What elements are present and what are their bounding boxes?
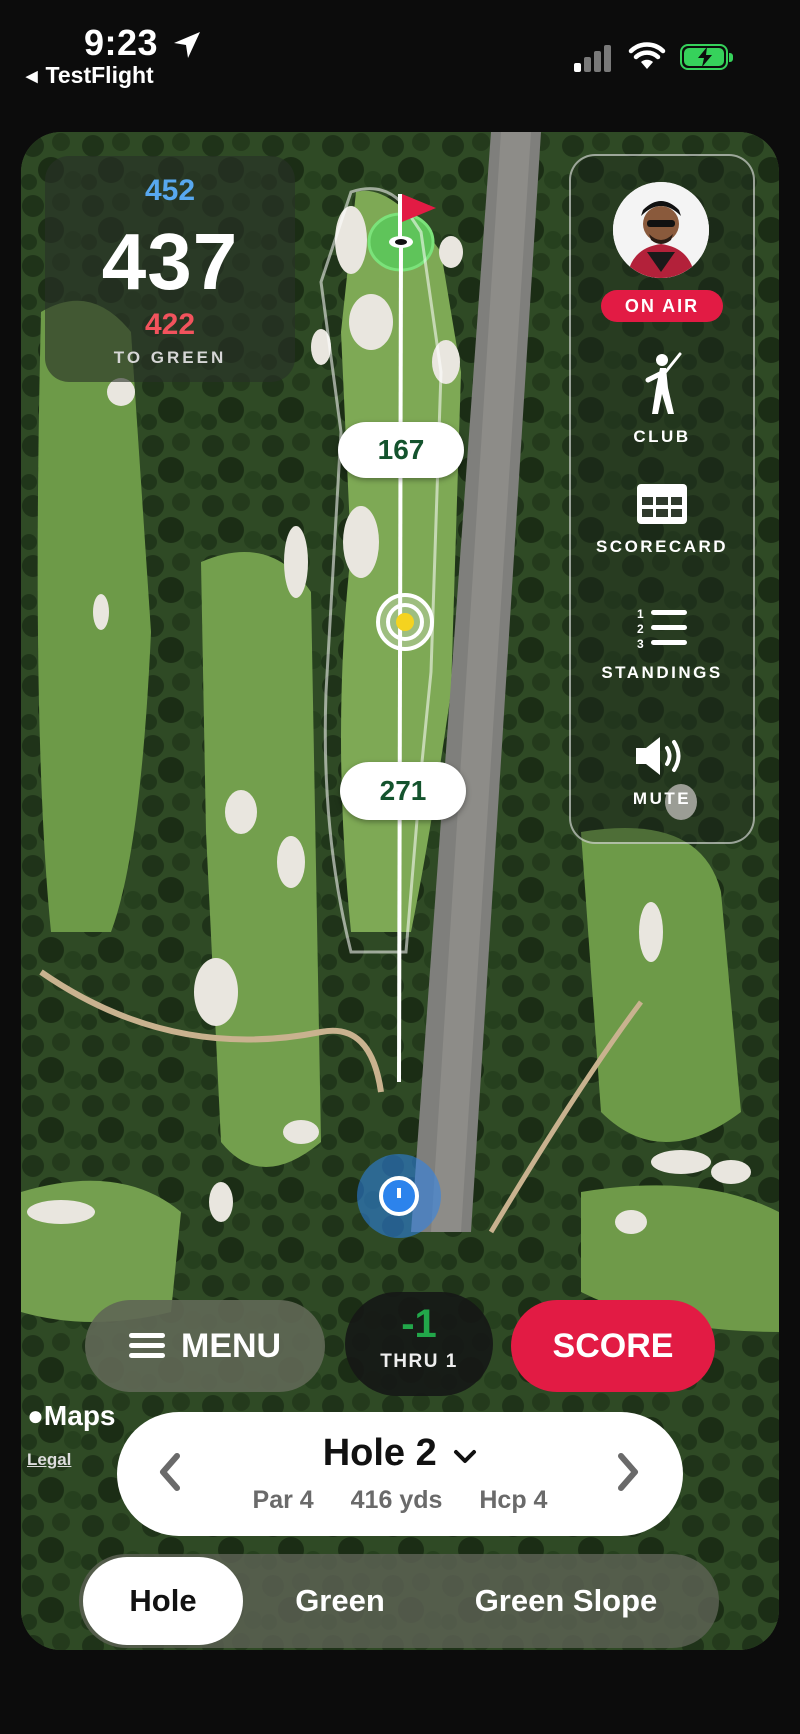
scorecard-icon [637,484,687,524]
svg-text:3: 3 [637,637,644,651]
cellular-signal-icon [574,44,614,72]
broadcaster-avatar[interactable] [613,182,709,278]
menu-label: MENU [181,1327,282,1365]
distance-label: TO GREEN [113,348,227,367]
tab-hole[interactable]: Hole [83,1557,243,1645]
scorecard-label: SCORECARD [595,537,729,556]
standings-icon: 1 2 3 [637,607,687,651]
apple-maps-logo: ●Maps [27,1400,116,1432]
score-button[interactable]: SCORE [511,1300,715,1392]
thru-label: THRU 1 [380,1351,458,1372]
distance-center: 437 [101,217,239,306]
back-triangle-icon: ◀ [26,68,38,85]
legal-link[interactable]: Legal [27,1450,71,1470]
hole-selector-card: Hole 2 Par 4 416 yds Hcp 4 [117,1412,683,1536]
chevron-down-icon [454,1450,477,1463]
mute-label: MUTE [632,789,692,808]
menu-button[interactable]: MENU [85,1300,325,1392]
layup-yardage-pill[interactable]: 167 [338,422,464,478]
maps-label: Maps [43,1400,116,1431]
hole-details: Par 4 416 yds Hcp 4 [117,1486,683,1515]
speaker-icon [636,737,681,775]
mute-button[interactable]: MUTE [571,734,753,809]
battery-charging-icon [680,44,733,70]
score-to-par: -1 [401,1302,437,1346]
course-map[interactable]: 452 437 422 TO GREEN 167 271 ON AIR CLUB… [21,132,779,1650]
club-button[interactable]: CLUB [571,352,753,447]
tab-green[interactable]: Green [255,1554,425,1648]
hole-title-dropdown[interactable]: Hole 2 [117,1432,683,1475]
svg-text:2: 2 [637,622,644,636]
on-air-badge: ON AIR [601,290,723,322]
hole-title: Hole 2 [322,1432,437,1474]
distance-back: 452 [144,174,196,207]
back-app-label: TestFlight [45,62,154,88]
score-to-par-badge[interactable]: -1 THRU 1 [345,1292,493,1396]
hole-yards: 416 yds [350,1486,443,1514]
location-arrow-icon [174,32,200,58]
distance-to-green-panel: 452 437 422 TO GREEN [45,156,295,382]
hamburger-icon [129,1333,165,1358]
status-time: 9:23 [84,22,159,63]
view-tabs: Hole Green Green Slope [79,1554,719,1648]
wifi-icon [628,42,666,69]
hole-par: Par 4 [252,1486,314,1514]
next-hole-button[interactable] [615,1452,641,1492]
hole-handicap: Hcp 4 [479,1486,548,1514]
svg-text:1: 1 [637,607,644,621]
apple-logo-icon: ● [27,1400,44,1431]
golfer-icon [645,352,682,414]
standings-button[interactable]: 1 2 3 STANDINGS [571,606,753,683]
distance-front: 422 [144,308,196,341]
back-to-testflight[interactable]: ◀ TestFlight [26,62,154,89]
tab-green-slope[interactable]: Green Slope [435,1554,697,1648]
layup-yardage-pill[interactable]: 271 [340,762,466,820]
scorecard-button[interactable]: SCORECARD [571,482,753,557]
club-label: CLUB [633,427,691,446]
side-panel: ON AIR CLUB SCORECARD 1 2 3 STANDINGS MU… [569,154,755,844]
standings-label: STANDINGS [601,663,723,682]
